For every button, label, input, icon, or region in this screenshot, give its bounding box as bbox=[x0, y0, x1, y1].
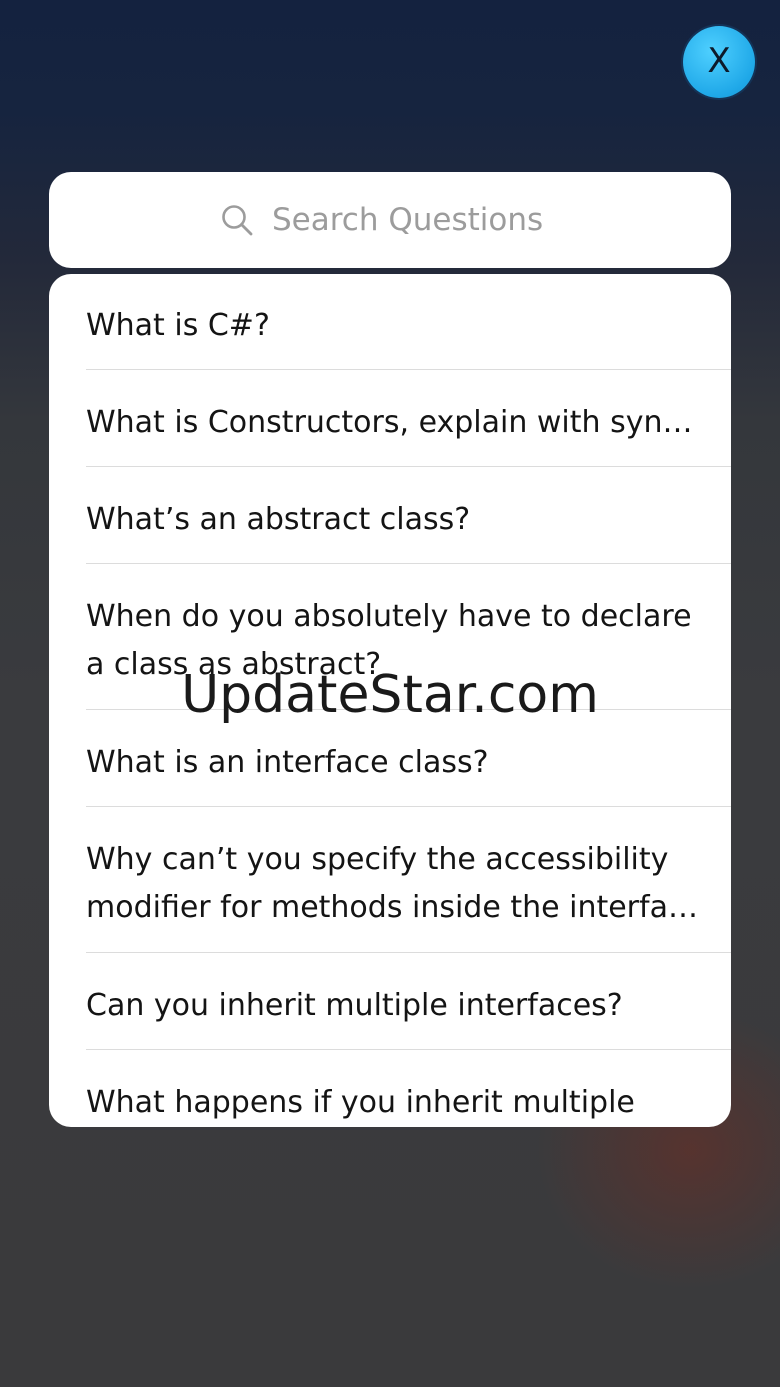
question-item[interactable]: When do you absolutely have to declare a… bbox=[49, 565, 731, 711]
list-divider bbox=[86, 708, 731, 710]
question-item[interactable]: What’s an abstract class? bbox=[49, 468, 731, 565]
list-divider bbox=[86, 951, 731, 953]
close-icon: X bbox=[707, 41, 731, 81]
question-text: What is C#? bbox=[86, 308, 270, 343]
question-item[interactable]: What is C#? bbox=[49, 274, 731, 371]
question-text: Can you inherit multiple interfaces? bbox=[86, 988, 623, 1023]
list-divider bbox=[86, 1048, 731, 1050]
search-bar[interactable] bbox=[49, 172, 731, 268]
question-item[interactable]: Can you inherit multiple interfaces? bbox=[49, 954, 731, 1051]
question-text: What happens if you inherit multiple bbox=[86, 1085, 635, 1120]
question-item[interactable]: Why can’t you specify the accessibility … bbox=[49, 808, 731, 954]
question-item[interactable]: What is an interface class? bbox=[49, 711, 731, 808]
question-text: What’s an abstract class? bbox=[86, 502, 471, 537]
search-input[interactable] bbox=[272, 202, 562, 238]
list-divider bbox=[86, 368, 731, 370]
search-icon bbox=[218, 201, 256, 239]
close-button[interactable]: X bbox=[683, 26, 755, 98]
list-divider bbox=[86, 805, 731, 807]
question-text: What is Constructors, explain with syn… bbox=[86, 405, 693, 440]
question-text: What is an interface class? bbox=[86, 745, 489, 780]
question-text: When do you absolutely have to declare a… bbox=[86, 599, 692, 682]
question-item[interactable]: What is Constructors, explain with syn… bbox=[49, 371, 731, 468]
question-list[interactable]: What is C#? What is Constructors, explai… bbox=[49, 274, 731, 1127]
list-divider bbox=[86, 562, 731, 564]
question-text: Why can’t you specify the accessibility … bbox=[86, 842, 698, 925]
question-item[interactable]: What happens if you inherit multiple bbox=[49, 1051, 731, 1127]
list-divider bbox=[86, 465, 731, 467]
